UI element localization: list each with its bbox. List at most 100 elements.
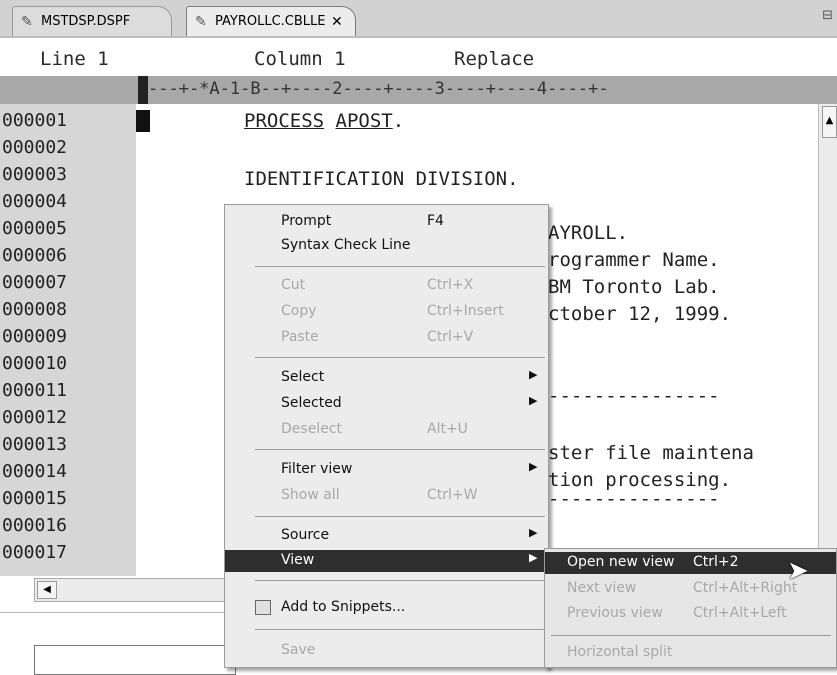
submenu-item-previous-view[interactable]: Previous view Ctrl+Alt+Left bbox=[545, 603, 836, 625]
menu-label: Horizontal split bbox=[567, 644, 673, 660]
code-line-13[interactable]: ster file maintena bbox=[548, 442, 754, 464]
code-line-8[interactable]: ctober 12, 1999. bbox=[548, 303, 731, 325]
menu-separator bbox=[255, 266, 545, 267]
submenu-arrow-icon: ▶ bbox=[529, 551, 538, 564]
menu-label: Open new view bbox=[567, 554, 675, 570]
code-line-1[interactable]: PROCESS APOST. bbox=[244, 110, 404, 132]
line-number: 000004 bbox=[2, 191, 68, 212]
ruler-cursor bbox=[138, 76, 148, 104]
menu-item-selected[interactable]: Selected ▶ bbox=[225, 393, 548, 415]
menu-shortcut: Ctrl+Alt+Left bbox=[693, 605, 787, 621]
line-number: 000008 bbox=[2, 299, 68, 320]
tab-label: MSTDSP.DSPF bbox=[41, 14, 131, 29]
code-line-15[interactable]: --------------- bbox=[548, 488, 720, 510]
menu-separator bbox=[255, 580, 545, 581]
menu-item-filter-view[interactable]: Filter view ▶ bbox=[225, 459, 548, 481]
menu-item-paste[interactable]: Paste Ctrl+V bbox=[225, 327, 548, 349]
menu-item-view[interactable]: View ▶ bbox=[225, 550, 548, 572]
code-line-3[interactable]: IDENTIFICATION DIVISION. bbox=[244, 168, 519, 190]
code-token-process: PROCESS bbox=[244, 110, 325, 132]
code-token-period: . bbox=[392, 110, 405, 132]
line-number: 000003 bbox=[2, 164, 68, 185]
menu-label: Select bbox=[281, 369, 325, 385]
line-number: 000005 bbox=[2, 218, 68, 239]
menu-label: Prompt bbox=[281, 213, 332, 229]
line-number: 000014 bbox=[2, 461, 68, 482]
line-number: 000006 bbox=[2, 245, 68, 266]
menu-item-deselect[interactable]: Deselect Alt+U bbox=[225, 419, 548, 441]
column-indicator: Column 1 bbox=[254, 48, 346, 70]
menu-separator bbox=[255, 357, 545, 358]
menu-shortcut: Ctrl+2 bbox=[693, 554, 739, 570]
menu-separator bbox=[551, 635, 831, 636]
menu-label: Source bbox=[281, 527, 330, 543]
line-number: 000002 bbox=[2, 137, 68, 158]
menu-shortcut: F4 bbox=[427, 213, 444, 229]
menu-item-save[interactable]: Save bbox=[225, 640, 548, 662]
horizontal-scrollbar[interactable]: ◀ bbox=[34, 578, 236, 602]
menu-label: Copy bbox=[281, 303, 317, 319]
text-cursor bbox=[136, 110, 150, 132]
line-number: 000015 bbox=[2, 488, 68, 509]
code-line-7[interactable]: BM Toronto Lab. bbox=[548, 276, 720, 298]
submenu-arrow-icon: ▶ bbox=[529, 368, 538, 381]
menu-item-add-to-snippets[interactable]: Add to Snippets... bbox=[225, 597, 548, 619]
submenu-arrow-icon: ▶ bbox=[529, 460, 538, 473]
mode-indicator: Replace bbox=[454, 48, 535, 70]
line-number: 000009 bbox=[2, 326, 68, 347]
line-number: 000017 bbox=[2, 542, 68, 563]
line-number: 000011 bbox=[2, 380, 68, 401]
menu-item-select[interactable]: Select ▶ bbox=[225, 367, 548, 389]
menu-shortcut: Ctrl+V bbox=[427, 329, 474, 345]
code-line-5[interactable]: AYROLL. bbox=[548, 222, 628, 244]
menu-separator bbox=[255, 516, 545, 517]
editor-tab-bar: ✎ MSTDSP.DSPF ✎ PAYROLLC.CBLLE ✕ ⊟ bbox=[0, 0, 837, 38]
line-indicator: Line 1 bbox=[40, 48, 109, 70]
line-number: 000013 bbox=[2, 434, 68, 455]
menu-item-show-all[interactable]: Show all Ctrl+W bbox=[225, 485, 548, 507]
line-number: 000001 bbox=[2, 110, 68, 131]
menu-item-source[interactable]: Source ▶ bbox=[225, 525, 548, 547]
menu-label: Cut bbox=[281, 277, 306, 293]
submenu-item-horizontal-split[interactable]: Horizontal split bbox=[545, 642, 836, 664]
pencil-file-icon: ✎ bbox=[195, 14, 207, 30]
snippet-icon bbox=[255, 600, 271, 615]
minimize-icon[interactable]: ⊟ bbox=[822, 8, 833, 23]
code-line-6[interactable]: rogrammer Name. bbox=[548, 249, 720, 271]
menu-separator bbox=[255, 629, 545, 630]
menu-shortcut: Alt+U bbox=[427, 421, 468, 437]
code-token-apost: APOST bbox=[335, 110, 393, 132]
line-number: 000016 bbox=[2, 515, 68, 536]
close-icon[interactable]: ✕ bbox=[331, 7, 343, 37]
command-input[interactable] bbox=[34, 645, 236, 675]
tab-label: PAYROLLC.CBLLE bbox=[215, 14, 326, 29]
menu-label: Add to Snippets... bbox=[281, 599, 406, 615]
menu-label: Filter view bbox=[281, 461, 353, 477]
code-line-11[interactable]: --------------- bbox=[548, 385, 720, 407]
menu-label: Deselect bbox=[281, 421, 342, 437]
menu-shortcut: Ctrl+X bbox=[427, 277, 474, 293]
scroll-left-icon[interactable]: ◀ bbox=[37, 581, 57, 599]
vertical-scrollbar[interactable]: ▲ bbox=[818, 104, 837, 576]
pencil-file-icon: ✎ bbox=[21, 14, 33, 30]
tab-mstdsp[interactable]: ✎ MSTDSP.DSPF bbox=[12, 6, 172, 36]
tab-payrollc[interactable]: ✎ PAYROLLC.CBLLE ✕ bbox=[186, 6, 356, 36]
menu-label: View bbox=[281, 552, 315, 568]
mouse-pointer-icon: ➤ bbox=[787, 556, 809, 586]
menu-label: Previous view bbox=[567, 605, 663, 621]
column-ruler: ---+-*A-1-B--+----2----+----3----+----4-… bbox=[0, 76, 837, 104]
menu-label: Next view bbox=[567, 580, 637, 596]
menu-item-syntax-check[interactable]: Syntax Check Line bbox=[225, 235, 548, 257]
submenu-arrow-icon: ▶ bbox=[529, 526, 538, 539]
ruler-text: ---+-*A-1-B--+----2----+----3----+----4-… bbox=[148, 79, 609, 99]
context-menu: Prompt F4 Syntax Check Line Cut Ctrl+X Cop… bbox=[224, 204, 549, 668]
menu-label: Save bbox=[281, 642, 316, 658]
scroll-up-icon[interactable]: ▲ bbox=[822, 106, 837, 138]
menu-separator bbox=[255, 449, 545, 450]
line-number: 000010 bbox=[2, 353, 68, 374]
menu-label: Show all bbox=[281, 487, 340, 503]
menu-item-prompt[interactable]: Prompt F4 bbox=[225, 211, 548, 233]
menu-shortcut: Ctrl+Insert bbox=[427, 303, 504, 319]
menu-item-cut[interactable]: Cut Ctrl+X bbox=[225, 275, 548, 297]
menu-item-copy[interactable]: Copy Ctrl+Insert bbox=[225, 301, 548, 323]
